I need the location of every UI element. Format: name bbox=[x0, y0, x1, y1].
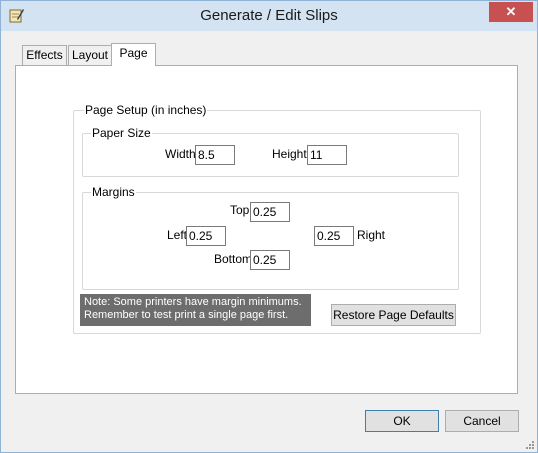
height-input[interactable] bbox=[307, 145, 347, 165]
top-label: Top bbox=[230, 203, 250, 217]
left-margin-input[interactable] bbox=[186, 226, 226, 246]
tab-layout[interactable]: Layout bbox=[68, 45, 112, 65]
bottom-margin-input[interactable] bbox=[250, 250, 290, 270]
tab-layout-label: Layout bbox=[71, 48, 109, 62]
restore-page-defaults-button[interactable]: Restore Page Defaults bbox=[331, 304, 456, 326]
margins-group: Margins Top Left Right Bottom bbox=[82, 185, 459, 290]
right-label: Right bbox=[357, 228, 386, 242]
height-label: Height bbox=[272, 147, 307, 161]
tab-effects-label: Effects bbox=[26, 48, 63, 62]
window-title: Generate / Edit Slips bbox=[200, 7, 338, 24]
page-tab-panel: Page Setup (in inches) Paper Size Width … bbox=[15, 65, 518, 394]
margins-label: Margins bbox=[91, 185, 136, 199]
resize-grip-icon[interactable] bbox=[525, 440, 535, 450]
width-label: Width bbox=[165, 147, 196, 161]
margin-note: Note: Some printers have margin minimums… bbox=[80, 294, 311, 326]
dialog-window: Generate / Edit Slips ✕ Effects Layout P… bbox=[0, 0, 538, 453]
title-bar[interactable]: Generate / Edit Slips ✕ bbox=[1, 1, 537, 31]
tab-page[interactable]: Page bbox=[111, 43, 156, 66]
bottom-label: Bottom bbox=[214, 252, 253, 266]
tab-page-label: Page bbox=[119, 46, 148, 60]
paper-size-group: Paper Size Width Height bbox=[82, 126, 459, 177]
paper-size-label: Paper Size bbox=[91, 126, 152, 140]
close-icon: ✕ bbox=[505, 4, 517, 19]
top-margin-input[interactable] bbox=[250, 202, 290, 222]
page-setup-label: Page Setup (in inches) bbox=[84, 103, 208, 117]
right-margin-input[interactable] bbox=[314, 226, 354, 246]
ok-button[interactable]: OK bbox=[365, 410, 439, 432]
left-label: Left bbox=[167, 228, 188, 242]
cancel-button[interactable]: Cancel bbox=[445, 410, 519, 432]
width-input[interactable] bbox=[195, 145, 235, 165]
close-button[interactable]: ✕ bbox=[489, 2, 533, 22]
tab-effects[interactable]: Effects bbox=[22, 45, 67, 65]
